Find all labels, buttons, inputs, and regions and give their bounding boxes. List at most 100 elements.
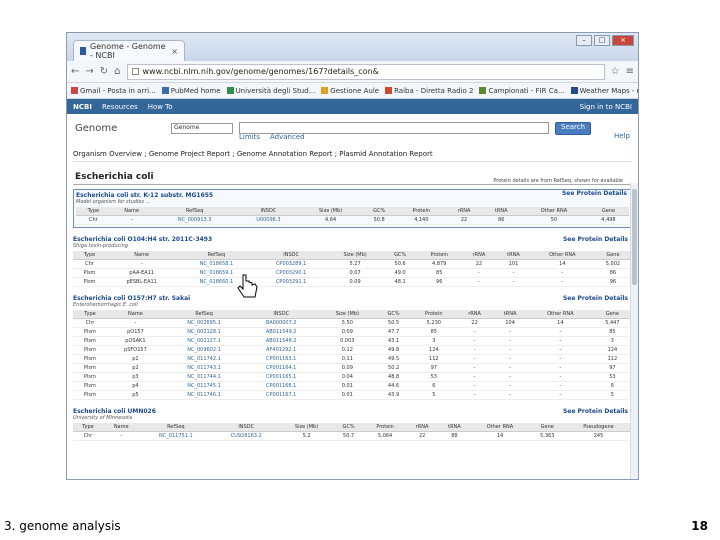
strain-title[interactable]: Escherichia coli UMN026 xyxy=(73,408,632,415)
table-row: Chr - NC_018658.1 CP003289.1 5.27 50.6 4,879 22… xyxy=(73,259,632,269)
refseq-link[interactable]: NC_002695.1 xyxy=(163,318,245,328)
address-bar[interactable]: www.ncbi.nlm.nih.gov/genome/genomes/167?… xyxy=(126,63,605,80)
vertical-scrollbar[interactable] xyxy=(630,183,638,479)
refseq-link[interactable]: NC_011743.1 xyxy=(163,363,245,373)
insdc-link[interactable]: CU928163.2 xyxy=(212,431,281,441)
report-table: Type Name RefSeq INSDC Size (Mb) GC% Pro… xyxy=(73,251,632,287)
ncbi-logo[interactable]: NCBI xyxy=(73,103,92,111)
table-header-row: Type Name RefSeq INSDC Size (Mb) GC% Pro… xyxy=(76,207,629,216)
protein-details-link[interactable]: See Protein Details xyxy=(563,408,628,415)
cell: 101 xyxy=(496,259,531,269)
cell: - xyxy=(103,431,140,441)
search-button[interactable]: Search xyxy=(555,121,592,135)
bookmark-item[interactable]: Weather Maps - me... xyxy=(570,86,638,95)
database-select[interactable]: Genome xyxy=(171,122,233,134)
bookmark-item[interactable]: Università degli Stud... xyxy=(226,87,315,95)
bookmark-label: Weather Maps - me... xyxy=(579,86,638,95)
insdc-link[interactable]: CP001164.1 xyxy=(244,363,319,373)
table-header-row: Type Name RefSeq INSDC Size (Mb) GC% Pro… xyxy=(73,251,632,260)
home-icon[interactable]: ⌂ xyxy=(114,66,120,77)
sign-in-link[interactable]: Sign in to NCBI xyxy=(580,103,632,111)
refseq-link[interactable]: NC_000913.3 xyxy=(152,215,237,225)
cell: 97 xyxy=(592,363,632,373)
table-row: Plsm pO157 NC_002128.1 AB011549.2 0.09 47.7 85… xyxy=(73,327,632,337)
nav-resources[interactable]: Resources xyxy=(102,103,138,111)
bookmark-item[interactable]: Gmail - Posta in arri... xyxy=(71,87,156,95)
limits-link[interactable]: Limits xyxy=(239,133,260,141)
bookmark-icon xyxy=(321,87,329,94)
col-header: Type xyxy=(76,207,111,216)
report-section: Escherichia coli O104:H4 str. 2011C-3493… xyxy=(73,236,632,287)
insdc-link[interactable]: CP003289.1 xyxy=(255,259,327,269)
back-icon[interactable]: ← xyxy=(71,66,79,77)
insdc-link[interactable]: AF401292.1 xyxy=(244,345,319,355)
cell: - xyxy=(105,259,178,269)
col-header: RefSeq xyxy=(163,310,245,319)
slide-footer-label: 3. genome analysis xyxy=(4,519,121,533)
reload-icon[interactable]: ↻ xyxy=(100,66,108,77)
advanced-link[interactable]: Advanced xyxy=(270,133,305,141)
refseq-link[interactable]: NC_018658.1 xyxy=(177,259,256,269)
cell: 50.2 xyxy=(376,363,411,373)
refseq-link[interactable]: NC_011744.1 xyxy=(163,372,245,382)
refseq-link[interactable]: NC_002127.1 xyxy=(163,336,245,346)
col-header: Protein xyxy=(416,251,462,260)
nav-how-to[interactable]: How To xyxy=(148,103,173,111)
bookmark-label: Gestione Aule xyxy=(330,86,380,95)
browser-tab[interactable]: Genome - Genome - NCBI × xyxy=(73,40,185,61)
menu-icon[interactable]: ≡ xyxy=(626,66,634,77)
cell: - xyxy=(492,390,528,400)
insdc-link[interactable]: AB011549.2 xyxy=(244,327,319,337)
breadcrumb[interactable]: Organism Overview ; Genome Project Repor… xyxy=(73,150,632,162)
insdc-link[interactable]: CP001163.1 xyxy=(244,354,319,364)
scrollbar-thumb[interactable] xyxy=(632,189,637,285)
close-window-button[interactable]: × xyxy=(612,35,634,46)
insdc-link[interactable]: BA000007.2 xyxy=(244,318,319,328)
cell: p1 xyxy=(106,354,164,364)
refseq-link[interactable]: NC_011745.1 xyxy=(163,381,245,391)
close-tab-icon[interactable]: × xyxy=(171,47,178,56)
forward-icon[interactable]: → xyxy=(85,66,93,77)
cell: 5,363 xyxy=(529,431,566,441)
insdc-link[interactable]: AB011548.2 xyxy=(244,336,319,346)
strain-title[interactable]: Escherichia coli O157:H7 str. Sakai xyxy=(73,295,632,302)
cell: 86 xyxy=(593,268,632,278)
bookmark-item[interactable]: Raiba - Diretta Radio 2 xyxy=(385,87,473,95)
refseq-link[interactable]: NC_011742.1 xyxy=(163,354,245,364)
cell: 4,498 xyxy=(587,215,629,225)
maximize-button[interactable]: □ xyxy=(594,35,610,46)
bookmark-label: Gmail - Posta in arri... xyxy=(80,86,156,95)
cell: - xyxy=(492,354,528,364)
protein-details-link[interactable]: See Protein Details xyxy=(562,190,627,197)
star-icon[interactable]: ☆ xyxy=(611,66,620,77)
insdc-link[interactable]: CP001166.1 xyxy=(244,381,319,391)
refseq-link[interactable]: NC_011746.1 xyxy=(163,390,245,400)
cell: 124 xyxy=(410,345,457,355)
insdc-link[interactable]: CP003290.1 xyxy=(255,268,327,278)
refseq-link[interactable]: NC_009602.1 xyxy=(163,345,245,355)
cell: Plsm xyxy=(73,268,106,278)
protein-details-link[interactable]: See Protein Details xyxy=(563,295,628,302)
url-text: www.ncbi.nlm.nih.gov/genome/genomes/167?… xyxy=(142,67,379,76)
cell: 0.07 xyxy=(326,268,384,278)
cell: 5,064 xyxy=(364,431,406,441)
insdc-link[interactable]: U00096.3 xyxy=(236,215,301,225)
col-header: rRNA xyxy=(461,251,497,260)
cell: - xyxy=(492,327,528,337)
insdc-link[interactable]: CP001167.1 xyxy=(244,390,319,400)
strain-title[interactable]: Escherichia coli O104:H4 str. 2011C-3493 xyxy=(73,236,632,243)
refseq-link[interactable]: NC_011751.1 xyxy=(139,431,213,441)
insdc-link[interactable]: CP001165.1 xyxy=(244,372,319,382)
protein-details-link[interactable]: See Protein Details xyxy=(563,236,628,243)
help-link[interactable]: Help xyxy=(614,132,630,140)
col-header: Size (Mb) xyxy=(280,423,333,432)
minimize-button[interactable]: – xyxy=(576,35,592,46)
strain-title[interactable]: Escherichia coli str. K-12 substr. MG165… xyxy=(76,192,629,199)
bookmark-item[interactable]: Campionati - FIR Ca... xyxy=(479,87,565,95)
cell: 50 xyxy=(519,215,588,225)
bookmark-item[interactable]: PubMed home xyxy=(161,87,221,95)
col-header: GC% xyxy=(383,251,417,260)
insdc-link[interactable]: CP003291.1 xyxy=(255,277,327,287)
refseq-link[interactable]: NC_002128.1 xyxy=(163,327,245,337)
bookmark-item[interactable]: Gestione Aule xyxy=(321,87,379,95)
